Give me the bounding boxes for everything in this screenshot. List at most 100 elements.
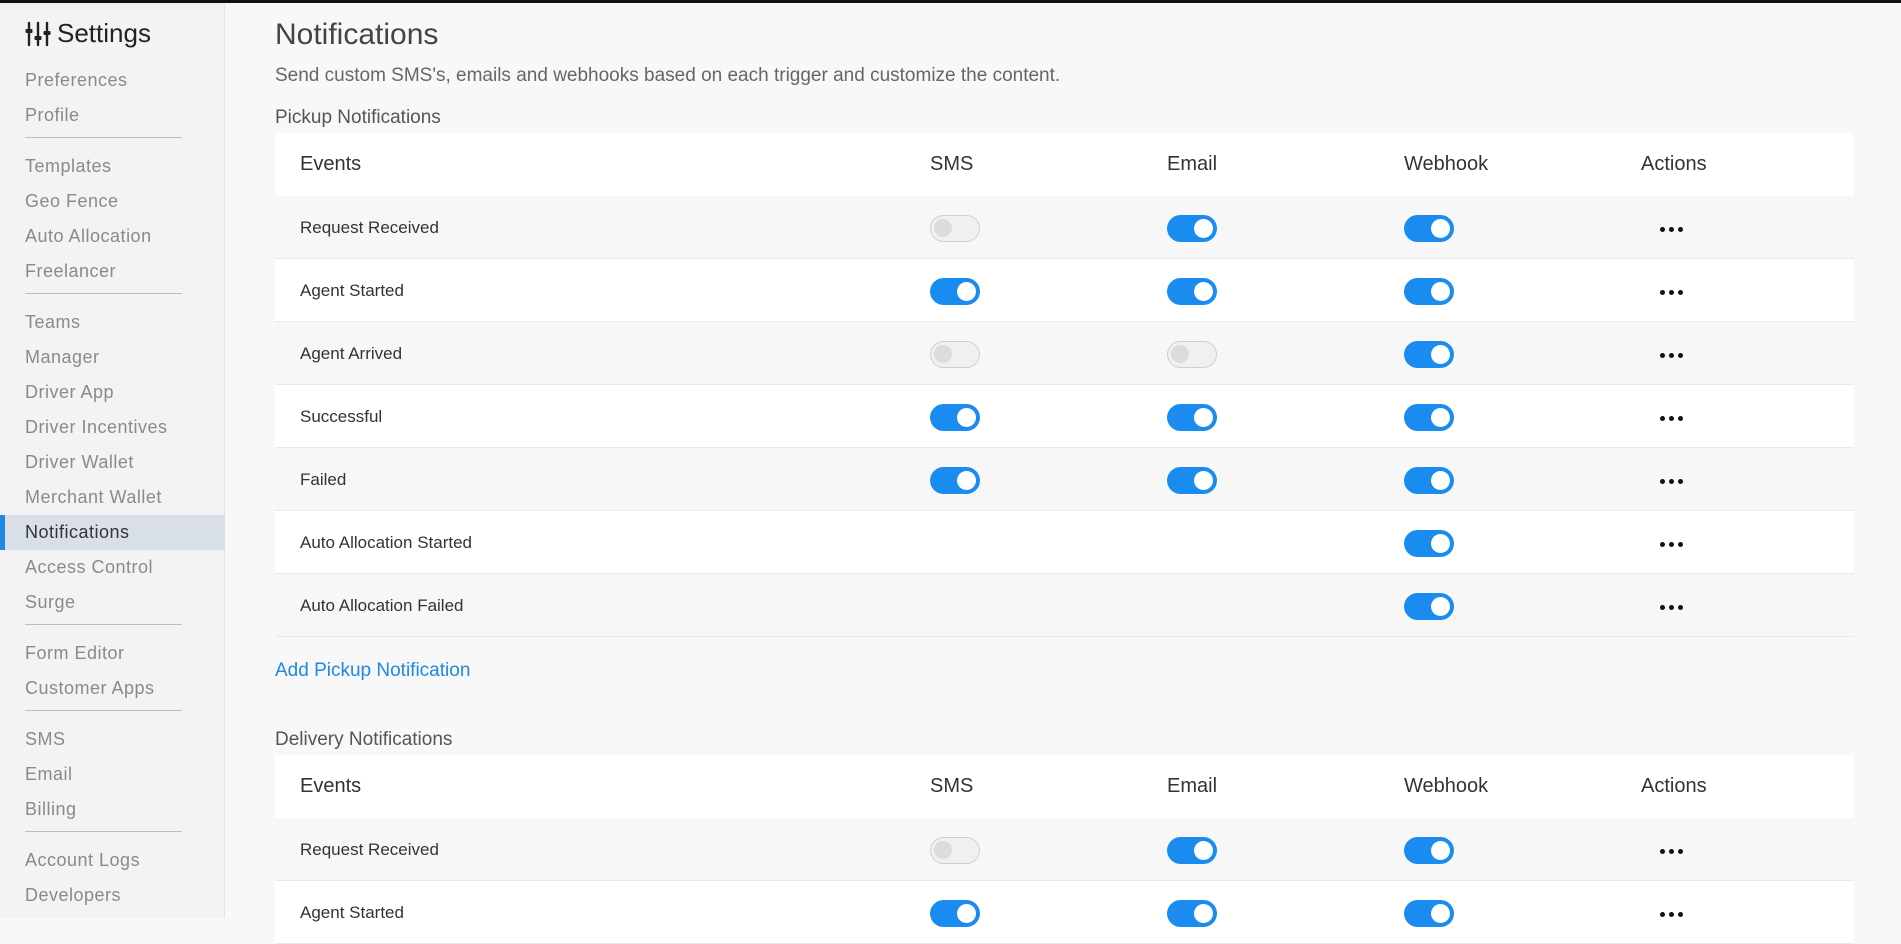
webhook-toggle[interactable] [1404, 215, 1454, 242]
sidebar-item-notifications[interactable]: Notifications [0, 515, 225, 550]
email-toggle[interactable] [1167, 467, 1217, 494]
table-row: Failed [275, 448, 1854, 511]
table-row: Agent Started [275, 259, 1854, 322]
sidebar-item-driver-incentives[interactable]: Driver Incentives [0, 410, 225, 445]
sms-toggle[interactable] [930, 278, 980, 305]
sidebar-item-freelancer[interactable]: Freelancer [0, 254, 225, 289]
more-actions-icon[interactable] [1655, 899, 1695, 929]
webhook-toggle[interactable] [1404, 530, 1454, 557]
sidebar-divider [25, 624, 182, 625]
column-header-events: Events [300, 775, 362, 797]
event-name: Agent Arrived [300, 344, 403, 363]
more-actions-icon[interactable] [1655, 277, 1695, 307]
more-actions-icon[interactable] [1655, 529, 1695, 559]
webhook-toggle[interactable] [1404, 404, 1454, 431]
add-pickup-notification-link[interactable]: Add Pickup Notification [275, 660, 470, 682]
event-name: Request Received [300, 840, 439, 859]
webhook-toggle[interactable] [1404, 837, 1454, 864]
sidebar-item-email[interactable]: Email [0, 757, 225, 792]
table-row: Agent Started [275, 881, 1854, 944]
pickup-notifications-table: Events SMS Email Webhook Actions Request Rece… [275, 133, 1854, 637]
email-toggle[interactable] [1167, 900, 1217, 927]
sidebar: Settings Preferences Profile Templates Geo … [0, 3, 225, 918]
event-name: Failed [300, 470, 347, 489]
column-header-actions: Actions [1641, 153, 1707, 175]
page-title: Notifications [275, 18, 439, 51]
webhook-toggle[interactable] [1404, 467, 1454, 494]
sidebar-item-sms[interactable]: SMS [0, 722, 225, 757]
event-name: Auto Allocation Failed [300, 596, 464, 615]
sidebar-item-geo-fence[interactable]: Geo Fence [0, 184, 225, 219]
sidebar-item-form-editor[interactable]: Form Editor [0, 636, 225, 671]
column-header-sms: SMS [930, 775, 974, 797]
sms-toggle[interactable] [930, 467, 980, 494]
event-name: Agent Started [300, 281, 404, 300]
column-header-webhook: Webhook [1404, 153, 1489, 175]
sidebar-item-access-control[interactable]: Access Control [0, 550, 225, 585]
column-header-email: Email [1167, 775, 1218, 797]
table-row: Auto Allocation Failed [275, 574, 1854, 637]
sms-toggle[interactable] [930, 215, 980, 242]
delivery-notifications-table: Events SMS Email Webhook Actions Request Rece… [275, 755, 1854, 944]
table-row: Request Received [275, 818, 1854, 881]
email-toggle[interactable] [1167, 215, 1217, 242]
column-header-webhook: Webhook [1404, 775, 1489, 797]
sms-toggle[interactable] [930, 837, 980, 864]
table-row: Auto Allocation Started [275, 511, 1854, 574]
more-actions-icon[interactable] [1655, 466, 1695, 496]
table-row: Agent Arrived [275, 322, 1854, 385]
table-header: Events SMS Email Webhook Actions [275, 133, 1854, 196]
sidebar-item-preferences[interactable]: Preferences [0, 63, 225, 98]
sidebar-item-surge[interactable]: Surge [0, 585, 225, 620]
sidebar-item-manager[interactable]: Manager [0, 340, 225, 375]
column-header-email: Email [1167, 153, 1218, 175]
page-subtitle: Send custom SMS's, emails and webhooks b… [275, 65, 1061, 86]
sms-toggle[interactable] [930, 900, 980, 927]
more-actions-icon[interactable] [1655, 403, 1695, 433]
sidebar-item-profile[interactable]: Profile [0, 98, 225, 133]
sidebar-divider [25, 831, 182, 832]
more-actions-icon[interactable] [1655, 340, 1695, 370]
sidebar-item-merchant-wallet[interactable]: Merchant Wallet [0, 480, 225, 515]
sidebar-header: Settings [25, 18, 151, 49]
more-actions-icon[interactable] [1655, 214, 1695, 244]
sidebar-item-developers[interactable]: Developers [0, 878, 225, 913]
sms-toggle[interactable] [930, 404, 980, 431]
sidebar-divider [25, 137, 182, 138]
webhook-toggle[interactable] [1404, 341, 1454, 368]
column-header-events: Events [300, 153, 362, 175]
sliders-icon [25, 21, 51, 46]
event-name: Request Received [300, 218, 439, 237]
table-header: Events SMS Email Webhook Actions [275, 755, 1854, 818]
event-name: Successful [300, 407, 383, 426]
email-toggle[interactable] [1167, 404, 1217, 431]
email-toggle[interactable] [1167, 278, 1217, 305]
webhook-toggle[interactable] [1404, 900, 1454, 927]
delivery-section-title: Delivery Notifications [275, 729, 453, 750]
sidebar-divider [25, 710, 182, 711]
more-actions-icon[interactable] [1655, 836, 1695, 866]
sidebar-divider [25, 293, 182, 294]
sidebar-title: Settings [57, 18, 151, 48]
more-actions-icon[interactable] [1655, 592, 1695, 622]
webhook-toggle[interactable] [1404, 593, 1454, 620]
sidebar-item-account-logs[interactable]: Account Logs [0, 843, 225, 878]
table-row: Successful [275, 385, 1854, 448]
webhook-toggle[interactable] [1404, 278, 1454, 305]
email-toggle[interactable] [1167, 341, 1217, 368]
sidebar-item-driver-wallet[interactable]: Driver Wallet [0, 445, 225, 480]
sidebar-item-customer-apps[interactable]: Customer Apps [0, 671, 225, 706]
pickup-section-title: Pickup Notifications [275, 107, 441, 128]
sidebar-item-teams[interactable]: Teams [0, 305, 225, 340]
sidebar-item-billing[interactable]: Billing [0, 792, 225, 827]
table-row: Request Received [275, 196, 1854, 259]
event-name: Auto Allocation Started [300, 533, 473, 552]
sidebar-item-driver-app[interactable]: Driver App [0, 375, 225, 410]
email-toggle[interactable] [1167, 837, 1217, 864]
column-header-actions: Actions [1641, 775, 1707, 797]
sidebar-item-templates[interactable]: Templates [0, 149, 225, 184]
sidebar-item-auto-allocation[interactable]: Auto Allocation [0, 219, 225, 254]
column-header-sms: SMS [930, 153, 974, 175]
event-name: Agent Started [300, 903, 404, 922]
sms-toggle[interactable] [930, 341, 980, 368]
